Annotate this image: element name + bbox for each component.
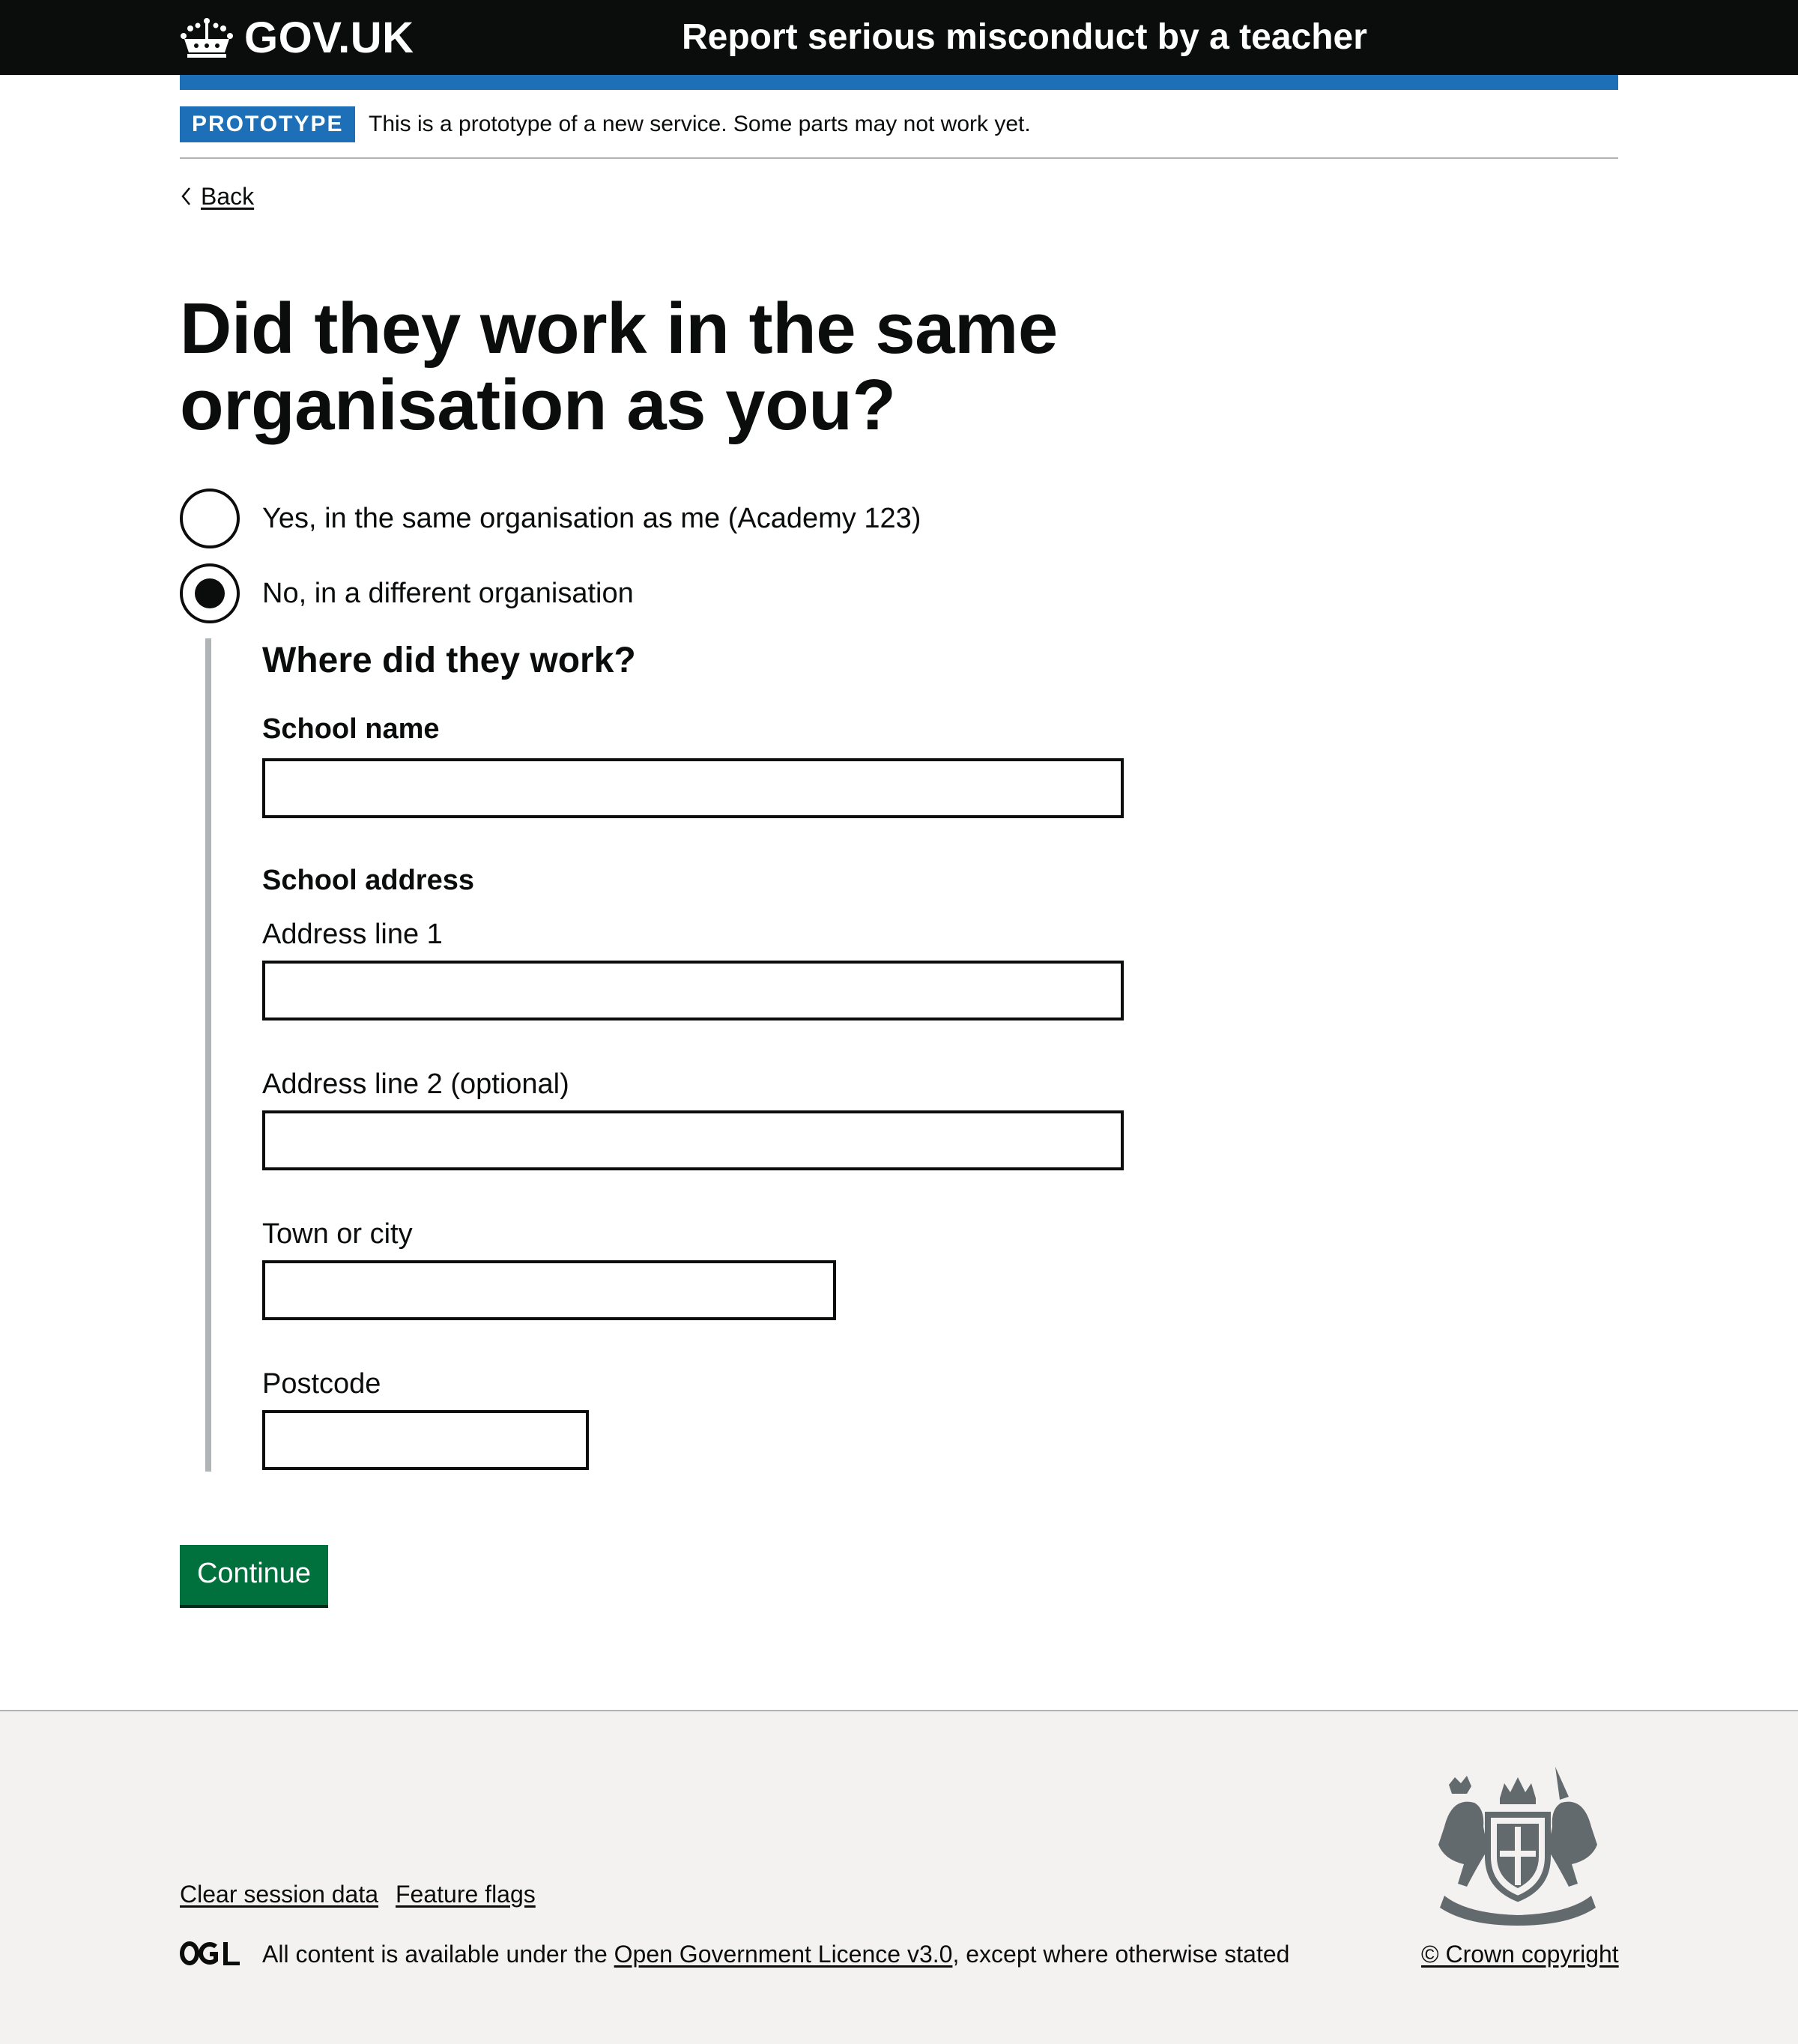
crown-copyright-link[interactable]: © Crown copyright: [1421, 1938, 1619, 1971]
service-name[interactable]: Report serious misconduct by a teacher: [682, 13, 1367, 61]
continue-button[interactable]: Continue: [180, 1545, 328, 1605]
school-address-label: School address: [262, 865, 474, 896]
conditional-reveal-border: [205, 638, 211, 1472]
phase-banner-text: This is a prototype of a new service. So…: [369, 112, 1031, 136]
phase-tag: PROTOTYPE: [180, 106, 356, 142]
royal-coat-of-arms: [1438, 1767, 1597, 1926]
crown-icon: [181, 18, 233, 58]
postcode-label: Postcode: [262, 1368, 381, 1400]
address-line-1-input[interactable]: [262, 961, 1124, 1021]
licence-prefix: All content is available under the: [262, 1941, 614, 1968]
school-name-input[interactable]: [262, 758, 1124, 818]
address-line-1-label: Address line 1: [262, 919, 443, 950]
govuk-logo-text: GOV.UK: [244, 13, 414, 62]
address-line-2-label: Address line 2 (optional): [262, 1068, 569, 1100]
chevron-left-icon: [181, 187, 190, 205]
licence-text: All content is available under the Open …: [262, 1938, 1289, 1971]
radio-circle-selected[interactable]: [180, 563, 240, 623]
licence-suffix: , except where otherwise stated: [952, 1941, 1290, 1968]
page-title-line-1: Did they work in the same: [180, 288, 1058, 369]
school-name-label: School name: [262, 713, 440, 745]
back-link-label: Back: [201, 182, 255, 210]
where-did-they-work-heading: Where did they work?: [262, 641, 636, 680]
radio-same-organisation[interactable]: Yes, in the same organisation as me (Aca…: [180, 489, 921, 548]
phase-banner: PROTOTYPE This is a prototype of a new s…: [180, 90, 1618, 159]
site-header: GOV.UK Report serious misconduct by a te…: [0, 0, 1798, 75]
address-line-2-input[interactable]: [262, 1110, 1124, 1170]
ogl-logo: [180, 1941, 240, 1965]
clear-session-data-link[interactable]: Clear session data: [180, 1878, 378, 1911]
radio-label-same-organisation[interactable]: Yes, in the same organisation as me (Aca…: [262, 503, 921, 535]
feature-flags-link[interactable]: Feature flags: [396, 1878, 536, 1911]
page-title-line-2: organisation as you?: [180, 365, 896, 445]
town-or-city-input[interactable]: [262, 1260, 836, 1320]
radio-circle[interactable]: [180, 489, 240, 548]
town-or-city-label: Town or city: [262, 1218, 413, 1250]
govuk-logo-link[interactable]: GOV.UK: [180, 12, 414, 63]
postcode-input[interactable]: [262, 1410, 589, 1470]
header-blue-bar: [180, 75, 1618, 90]
back-link[interactable]: Back: [180, 178, 254, 214]
open-government-licence-link[interactable]: Open Government Licence v3.0: [614, 1941, 953, 1968]
radio-different-organisation[interactable]: No, in a different organisation: [180, 563, 634, 623]
page-title: Did they work in the same organisation a…: [180, 291, 1154, 444]
radio-label-different-organisation[interactable]: No, in a different organisation: [262, 578, 634, 610]
